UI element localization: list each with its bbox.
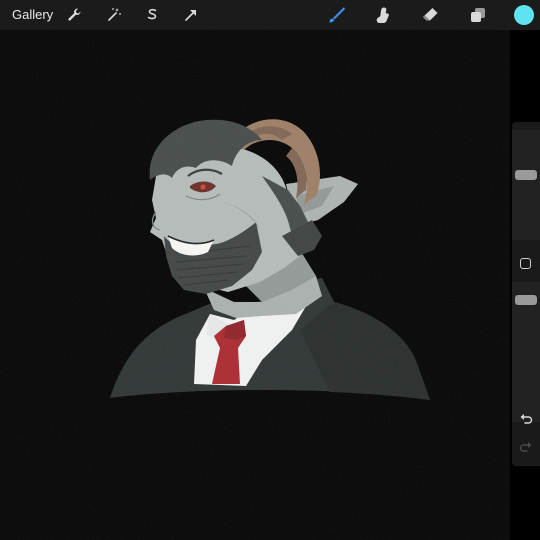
selection-s-icon[interactable] xyxy=(142,5,162,25)
drawing-canvas[interactable] xyxy=(0,30,510,540)
wrench-icon[interactable] xyxy=(64,5,84,25)
redo-icon[interactable] xyxy=(518,440,534,456)
brush-icon[interactable] xyxy=(327,5,347,25)
opacity-thumb[interactable] xyxy=(515,295,537,305)
brush-size-thumb[interactable] xyxy=(515,170,537,180)
artwork-portrait xyxy=(0,30,510,540)
smudge-finger-icon[interactable] xyxy=(372,5,392,25)
modify-button[interactable] xyxy=(520,258,531,269)
undo-icon[interactable] xyxy=(518,412,534,428)
side-toolbar xyxy=(512,122,540,466)
opacity-slider[interactable] xyxy=(512,282,540,422)
gallery-button[interactable]: Gallery xyxy=(12,7,53,22)
layers-icon[interactable] xyxy=(468,5,488,25)
magic-wand-icon[interactable] xyxy=(104,5,124,25)
active-color-swatch[interactable] xyxy=(514,5,534,25)
brush-size-slider[interactable] xyxy=(512,130,540,240)
arrow-cursor-icon[interactable] xyxy=(181,5,201,25)
top-toolbar: Gallery xyxy=(0,0,540,30)
eraser-icon[interactable] xyxy=(420,5,440,25)
